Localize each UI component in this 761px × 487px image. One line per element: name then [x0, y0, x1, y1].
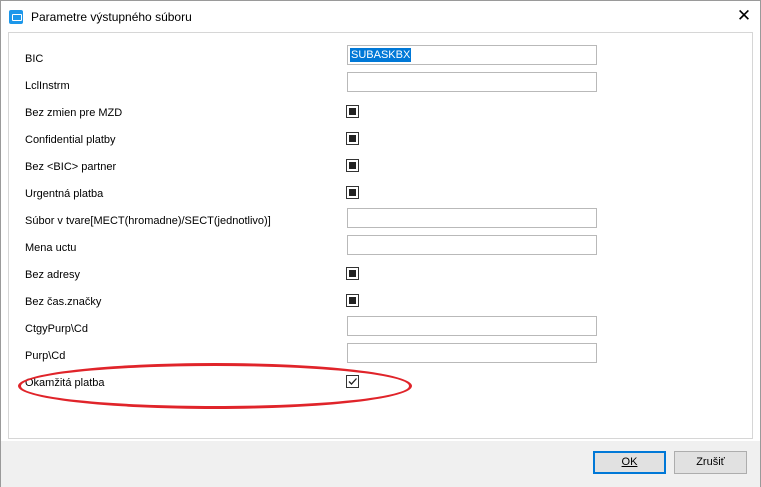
subor-v-tvare-input[interactable] — [347, 208, 597, 228]
highlight-annotation-ellipse — [18, 363, 412, 409]
lclinstrm-input[interactable] — [347, 72, 597, 92]
title-bar[interactable]: Parametre výstupného súboru ✕ — [1, 1, 760, 32]
bic-input[interactable]: SUBASKBX — [347, 45, 597, 65]
ctgypurp-cd-input[interactable] — [347, 316, 597, 336]
indeterminate-mark-icon — [349, 135, 356, 142]
label-subor-v-tvare: Súbor v tvare[MECT(hromadne)/SECT(jednot… — [25, 215, 271, 227]
indeterminate-mark-icon — [349, 108, 356, 115]
label-bez-zmien-pre-mzd: Bez zmien pre MZD — [25, 107, 123, 119]
label-bez-cas-znacky: Bez čas.značky — [25, 296, 102, 308]
bic-input-value: SUBASKBX — [350, 48, 412, 62]
cancel-button[interactable]: Zrušiť — [674, 451, 747, 474]
indeterminate-mark-icon — [349, 297, 356, 304]
purp-cd-input[interactable] — [347, 343, 597, 363]
label-confidential-platby: Confidential platby — [25, 134, 116, 146]
parameters-panel: BIC SUBASKBX LclInstrm Bez zmien pre MZD… — [8, 32, 753, 439]
label-mena-uctu: Mena uctu — [25, 242, 77, 254]
close-button[interactable]: ✕ — [721, 1, 761, 31]
indeterminate-mark-icon — [349, 189, 356, 196]
label-bez-bic-partner: Bez <BIC> partner — [25, 161, 117, 173]
label-ctgypurp-cd: CtgyPurp\Cd — [25, 323, 88, 335]
ok-button-label: OK — [621, 456, 638, 468]
mena-uctu-input[interactable] — [347, 235, 597, 255]
label-bez-adresy: Bez adresy — [25, 269, 81, 281]
urgentna-platba-checkbox[interactable] — [346, 186, 359, 199]
bez-adresy-checkbox[interactable] — [346, 267, 359, 280]
bez-bic-partner-checkbox[interactable] — [346, 159, 359, 172]
ok-button[interactable]: OK — [593, 451, 666, 474]
dialog-window: Parametre výstupného súboru ✕ BIC SUBASK… — [0, 0, 761, 487]
bez-cas-znacky-checkbox[interactable] — [346, 294, 359, 307]
window-title: Parametre výstupného súboru — [31, 10, 192, 24]
dialog-footer: OK Zrušiť — [1, 441, 760, 487]
confidential-platby-checkbox[interactable] — [346, 132, 359, 145]
label-urgentna-platba: Urgentná platba — [25, 188, 104, 200]
indeterminate-mark-icon — [349, 270, 356, 277]
app-icon — [9, 10, 23, 24]
label-lclinstrm: LclInstrm — [25, 80, 70, 92]
indeterminate-mark-icon — [349, 162, 356, 169]
label-purp-cd: Purp\Cd — [25, 350, 66, 362]
bez-zmien-pre-mzd-checkbox[interactable] — [346, 105, 359, 118]
label-bic: BIC — [25, 53, 44, 65]
